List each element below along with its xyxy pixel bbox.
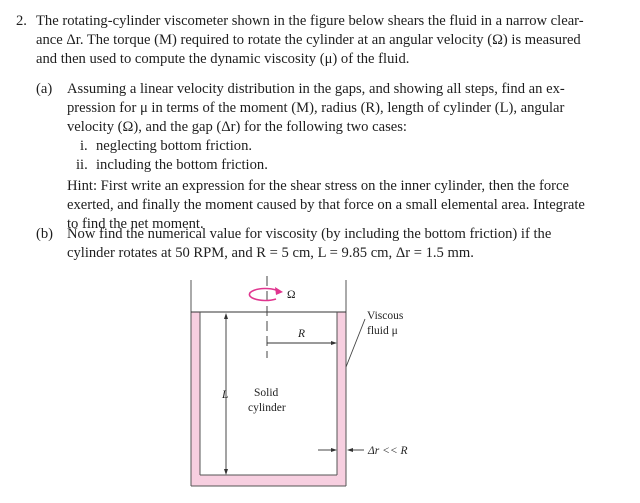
gap-label: Δr << R [367, 445, 408, 457]
radius-label: R [297, 328, 305, 340]
rotation-arrow-icon [248, 287, 283, 302]
omega-label: Ω [287, 289, 296, 301]
fluid-label-line1: Viscous [367, 310, 404, 322]
fluid-left-gap [191, 312, 200, 486]
length-label: L [221, 389, 228, 401]
fluid-right-gap [337, 312, 346, 486]
fluid-bottom-gap [191, 475, 346, 486]
fluid-leader-line [345, 318, 366, 368]
cylinder-label-line1: Solid [254, 387, 279, 399]
cylinder-label-line2: cylinder [248, 402, 286, 414]
radius-arrow-icon [267, 341, 337, 345]
viscometer-figure: Ω R L Solid cylinder Viscous fluid μ Δr … [190, 276, 408, 487]
fluid-label-line2: fluid μ [367, 325, 398, 337]
